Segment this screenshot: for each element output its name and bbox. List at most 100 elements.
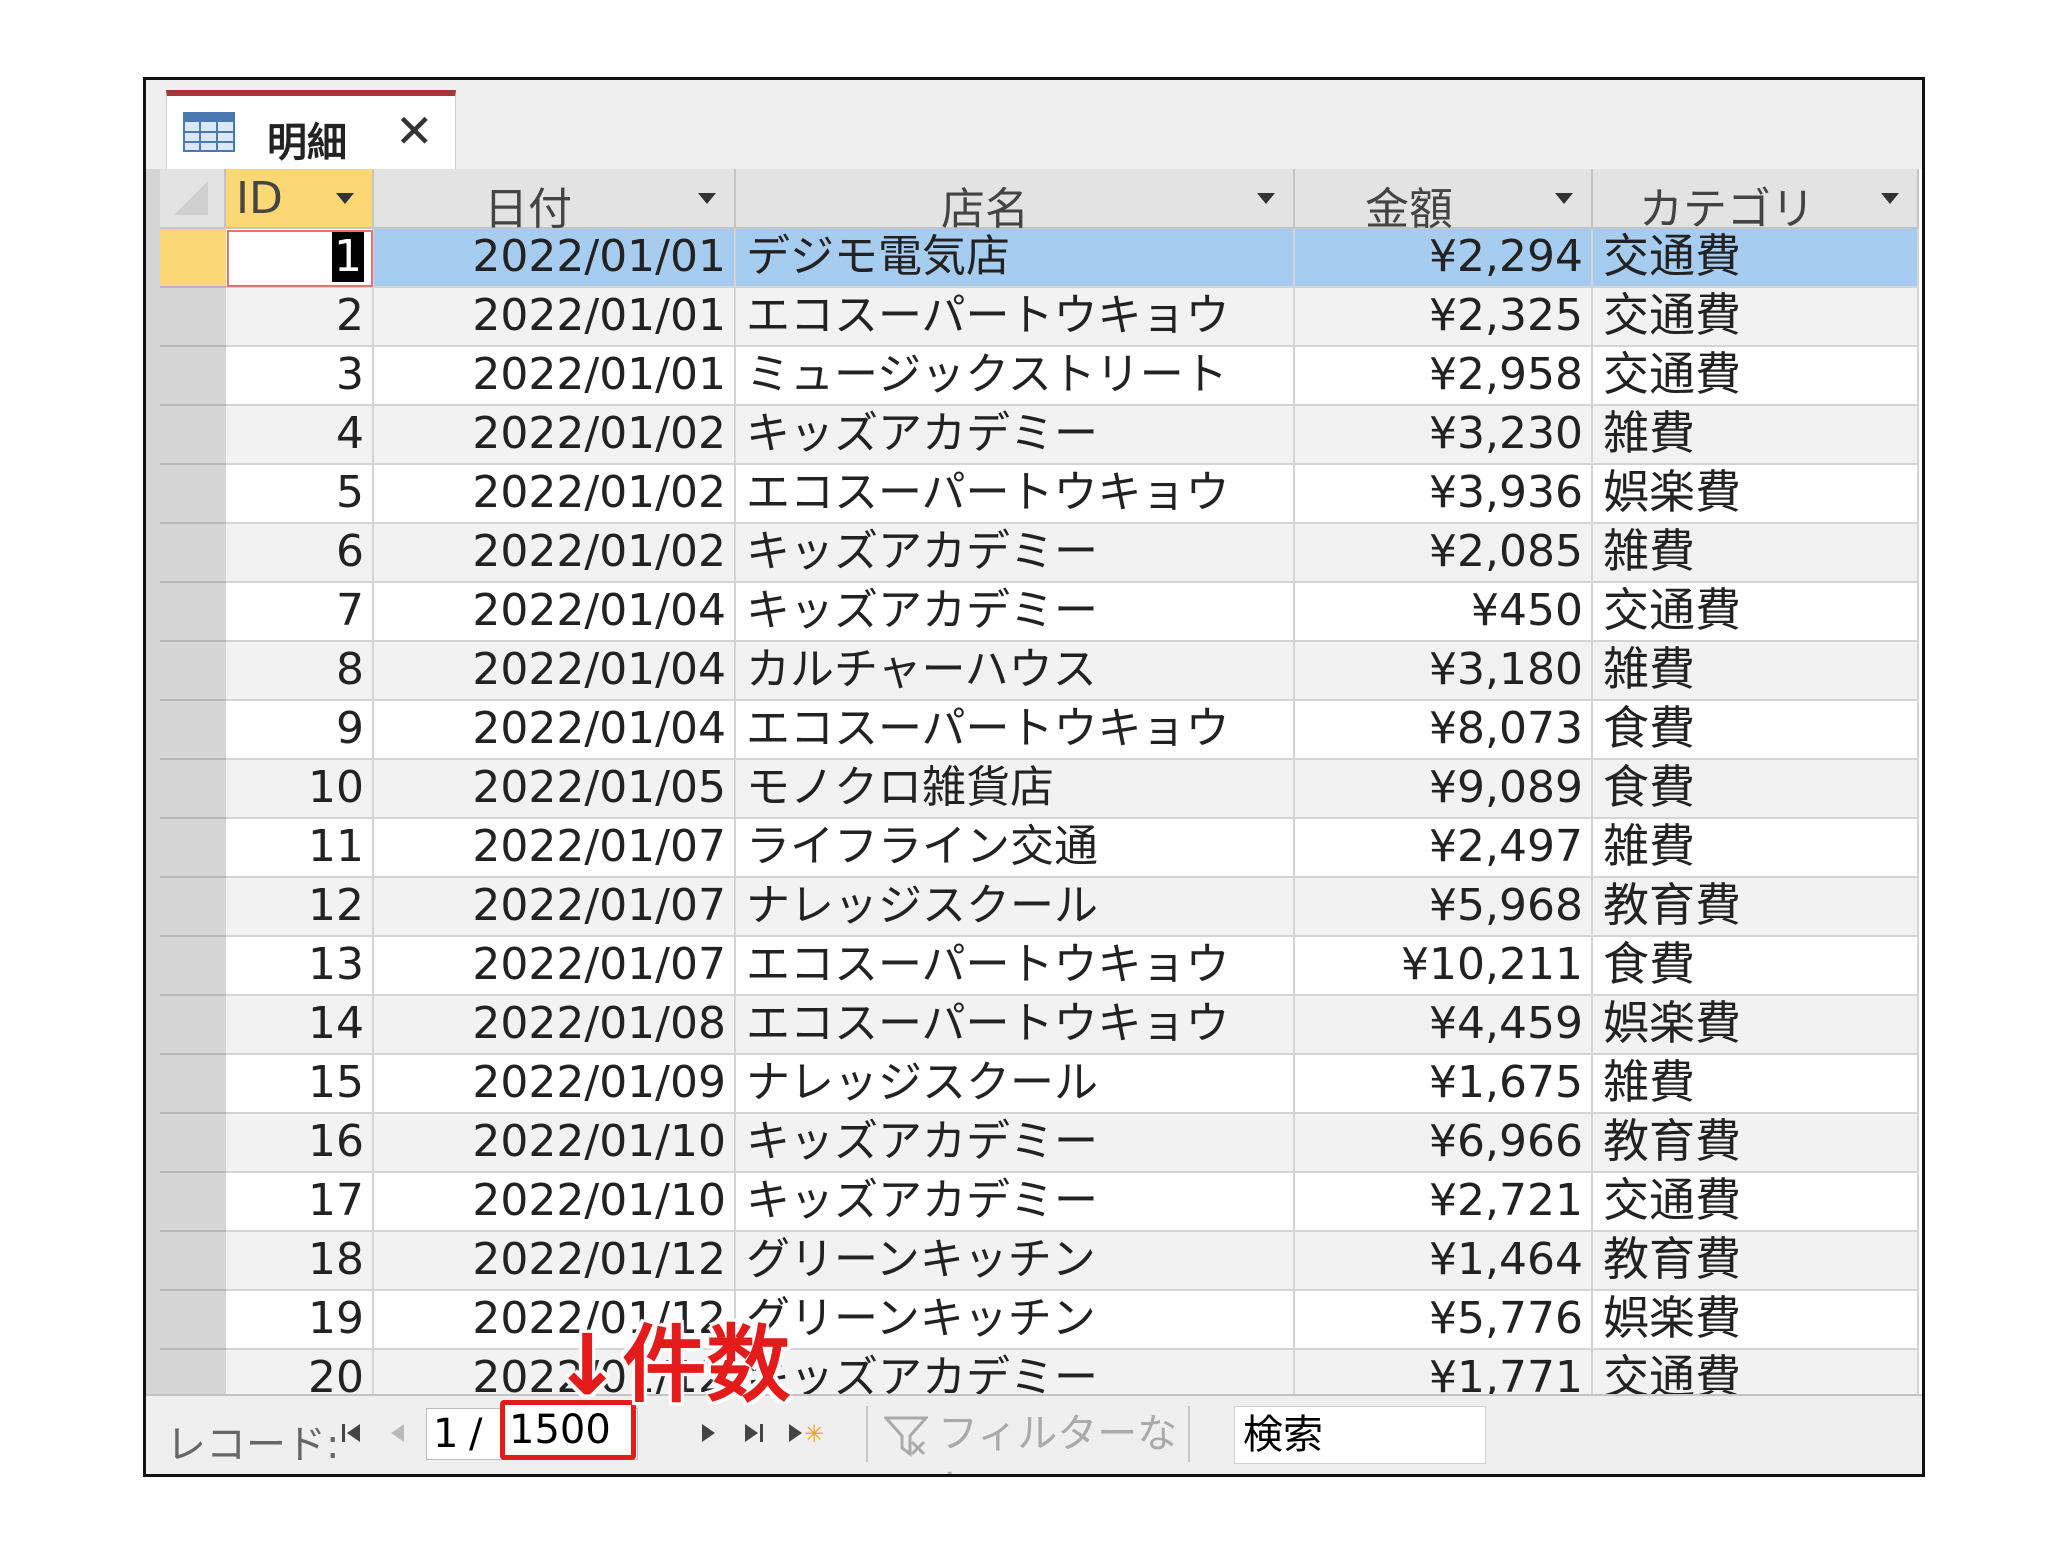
record-selector[interactable]	[160, 1173, 226, 1232]
record-selector[interactable]	[160, 1055, 226, 1114]
cell-date[interactable]: 2022/01/07	[374, 878, 736, 937]
chevron-down-icon[interactable]	[1555, 193, 1573, 204]
cell-amount[interactable]: ¥2,325	[1295, 288, 1593, 347]
cell-id[interactable]: 16	[226, 1114, 374, 1173]
table-row[interactable]: 7 2022/01/04 キッズアカデミー ¥450 交通費	[160, 583, 1922, 642]
record-selector[interactable]	[160, 1114, 226, 1173]
cell-date[interactable]: 2022/01/01	[374, 347, 736, 406]
cell-amount[interactable]: ¥1,675	[1295, 1055, 1593, 1114]
cell-store[interactable]: キッズアカデミー	[736, 406, 1295, 465]
next-record-icon[interactable]	[694, 1418, 722, 1448]
cell-category[interactable]: 娯楽費	[1593, 996, 1919, 1055]
cell-date[interactable]: 2022/01/02	[374, 406, 736, 465]
cell-date[interactable]: 2022/01/07	[374, 819, 736, 878]
table-row[interactable]: 10 2022/01/05 モノクロ雑貨店 ¥9,089 食費	[160, 760, 1922, 819]
cell-date[interactable]: 2022/01/05	[374, 760, 736, 819]
record-selector[interactable]	[160, 1232, 226, 1291]
record-selector[interactable]	[160, 701, 226, 760]
cell-store[interactable]: キッズアカデミー	[736, 524, 1295, 583]
cell-category[interactable]: 娯楽費	[1593, 1291, 1919, 1350]
cell-id[interactable]: 6	[226, 524, 374, 583]
table-row[interactable]: 2 2022/01/01 エコスーパートウキョウ ¥2,325 交通費	[160, 288, 1922, 347]
cell-store[interactable]: エコスーパートウキョウ	[736, 288, 1295, 347]
chevron-down-icon[interactable]	[698, 193, 716, 204]
table-row[interactable]: 18 2022/01/12 グリーンキッチン ¥1,464 教育費	[160, 1232, 1922, 1291]
cell-amount[interactable]: ¥3,936	[1295, 465, 1593, 524]
cell-category[interactable]: 交通費	[1593, 229, 1919, 288]
table-row[interactable]: 16 2022/01/10 キッズアカデミー ¥6,966 教育費	[160, 1114, 1922, 1173]
table-row[interactable]: 17 2022/01/10 キッズアカデミー ¥2,721 交通費	[160, 1173, 1922, 1232]
cell-amount[interactable]: ¥5,776	[1295, 1291, 1593, 1350]
cell-category[interactable]: 食費	[1593, 760, 1919, 819]
cell-date[interactable]: 2022/01/04	[374, 701, 736, 760]
table-row[interactable]: 5 2022/01/02 エコスーパートウキョウ ¥3,936 娯楽費	[160, 465, 1922, 524]
record-selector[interactable]	[160, 347, 226, 406]
column-header-date[interactable]: 日付	[374, 169, 736, 235]
cell-date[interactable]: 2022/01/01	[374, 288, 736, 347]
first-record-icon[interactable]	[338, 1418, 366, 1448]
cell-id[interactable]: 19	[226, 1291, 374, 1350]
column-header-amount[interactable]: 金額	[1295, 169, 1593, 235]
table-row[interactable]: 9 2022/01/04 エコスーパートウキョウ ¥8,073 食費	[160, 701, 1922, 760]
cell-category[interactable]: 教育費	[1593, 1114, 1919, 1173]
column-header-category[interactable]: カテゴリ	[1593, 169, 1919, 235]
cell-id[interactable]: 17	[226, 1173, 374, 1232]
cell-category[interactable]: 交通費	[1593, 1173, 1919, 1232]
cell-amount[interactable]: ¥2,497	[1295, 819, 1593, 878]
record-selector[interactable]	[160, 406, 226, 465]
table-row[interactable]: 1 2022/01/01 デジモ電気店 ¥2,294 交通費	[160, 229, 1922, 288]
record-selector[interactable]	[160, 288, 226, 347]
cell-amount[interactable]: ¥6,966	[1295, 1114, 1593, 1173]
cell-category[interactable]: 教育費	[1593, 1232, 1919, 1291]
cell-amount[interactable]: ¥5,968	[1295, 878, 1593, 937]
cell-id[interactable]: 5	[226, 465, 374, 524]
cell-category[interactable]: 雑費	[1593, 524, 1919, 583]
cell-store[interactable]: モノクロ雑貨店	[736, 760, 1295, 819]
cell-store[interactable]: ミュージックストリート	[736, 347, 1295, 406]
record-selector[interactable]	[160, 760, 226, 819]
cell-date[interactable]: 2022/01/01	[374, 229, 736, 288]
cell-amount[interactable]: ¥2,294	[1295, 229, 1593, 288]
record-selector[interactable]	[160, 229, 226, 288]
table-row[interactable]: 13 2022/01/07 エコスーパートウキョウ ¥10,211 食費	[160, 937, 1922, 996]
cell-category[interactable]: 食費	[1593, 937, 1919, 996]
cell-date[interactable]: 2022/01/04	[374, 642, 736, 701]
cell-store[interactable]: グリーンキッチン	[736, 1291, 1295, 1350]
column-header-id[interactable]: ID	[226, 169, 374, 229]
cell-id[interactable]: 7	[226, 583, 374, 642]
cell-category[interactable]: 雑費	[1593, 1055, 1919, 1114]
cell-id[interactable]: 10	[226, 760, 374, 819]
table-row[interactable]: 12 2022/01/07 ナレッジスクール ¥5,968 教育費	[160, 878, 1922, 937]
cell-id[interactable]: 13	[226, 937, 374, 996]
cell-amount[interactable]: ¥8,073	[1295, 701, 1593, 760]
cell-date[interactable]: 2022/01/07	[374, 937, 736, 996]
record-selector[interactable]	[160, 642, 226, 701]
cell-category[interactable]: 交通費	[1593, 288, 1919, 347]
cell-store[interactable]: キッズアカデミー	[736, 1173, 1295, 1232]
table-row[interactable]: 4 2022/01/02 キッズアカデミー ¥3,230 雑費	[160, 406, 1922, 465]
cell-date[interactable]: 2022/01/04	[374, 583, 736, 642]
table-row[interactable]: 11 2022/01/07 ライフライン交通 ¥2,497 雑費	[160, 819, 1922, 878]
record-selector[interactable]	[160, 819, 226, 878]
last-record-icon[interactable]	[740, 1418, 768, 1448]
tab-meisai[interactable]: 明細 ✕	[166, 90, 456, 170]
table-row[interactable]: 3 2022/01/01 ミュージックストリート ¥2,958 交通費	[160, 347, 1922, 406]
chevron-down-icon[interactable]	[336, 193, 354, 204]
table-row[interactable]: 8 2022/01/04 カルチャーハウス ¥3,180 雑費	[160, 642, 1922, 701]
cell-date[interactable]: 2022/01/02	[374, 465, 736, 524]
cell-date[interactable]: 2022/01/10	[374, 1173, 736, 1232]
table-row[interactable]: 6 2022/01/02 キッズアカデミー ¥2,085 雑費	[160, 524, 1922, 583]
cell-id[interactable]: 4	[226, 406, 374, 465]
table-row[interactable]: 19 2022/01/12 グリーンキッチン ¥5,776 娯楽費	[160, 1291, 1922, 1350]
cell-id[interactable]: 12	[226, 878, 374, 937]
cell-date[interactable]: 2022/01/08	[374, 996, 736, 1055]
cell-amount[interactable]: ¥2,958	[1295, 347, 1593, 406]
record-selector[interactable]	[160, 524, 226, 583]
cell-store[interactable]: エコスーパートウキョウ	[736, 996, 1295, 1055]
cell-category[interactable]: 娯楽費	[1593, 465, 1919, 524]
cell-store[interactable]: エコスーパートウキョウ	[736, 937, 1295, 996]
cell-amount[interactable]: ¥1,464	[1295, 1232, 1593, 1291]
cell-id[interactable]: 2	[226, 288, 374, 347]
cell-category[interactable]: 雑費	[1593, 642, 1919, 701]
cell-category[interactable]: 雑費	[1593, 819, 1919, 878]
